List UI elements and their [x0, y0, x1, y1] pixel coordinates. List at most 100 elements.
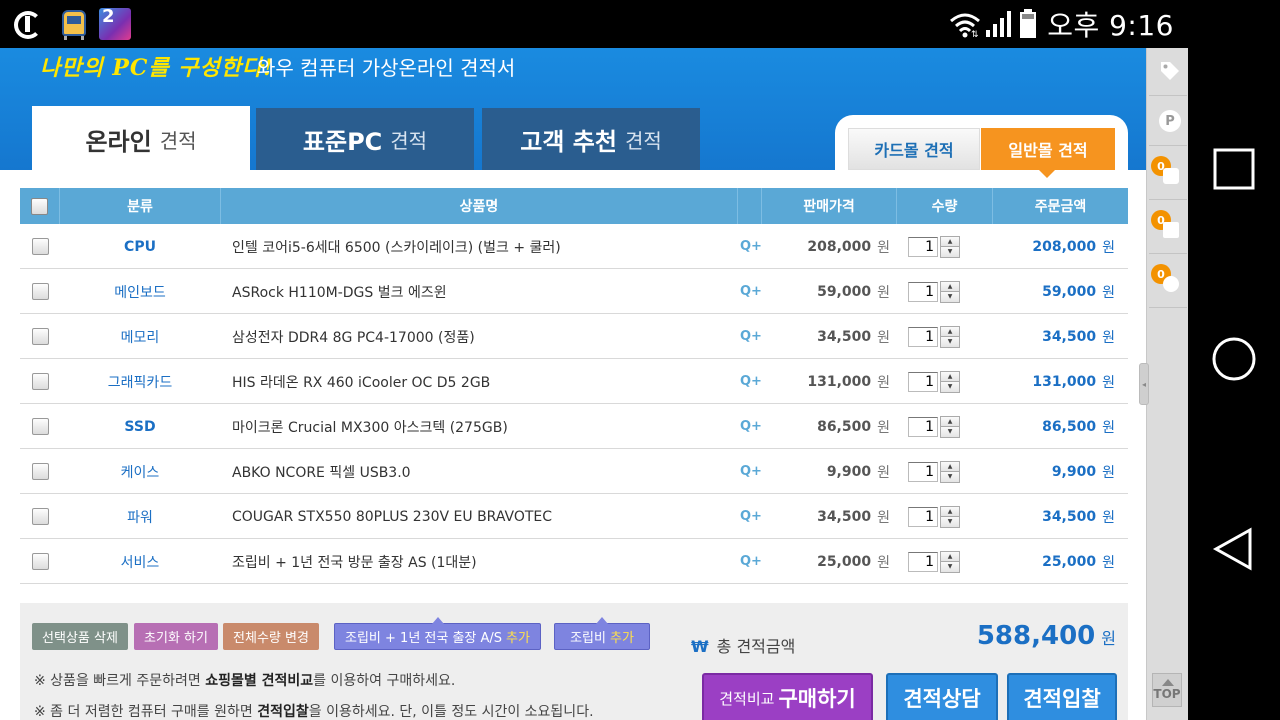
back-button[interactable] [1210, 525, 1258, 573]
qty-input[interactable]: 1 [908, 236, 938, 257]
table-header: 분류 상품명 판매가격 수량 주문금액 [20, 188, 1128, 224]
qty-up-icon[interactable]: ▲ [941, 281, 959, 291]
row-total: 86,500 원 [980, 404, 1115, 449]
zoom-icon[interactable]: Q+ [740, 314, 762, 359]
status-bar: 2 ⇅ 오후 9:16 [0, 0, 1188, 48]
qty-down-icon[interactable]: ▼ [941, 336, 959, 347]
row-qty: 1 ▲ ▼ [908, 269, 964, 314]
delete-selected-button[interactable]: 선택상품 삭제 [32, 623, 128, 650]
select-all-checkbox[interactable] [31, 197, 48, 215]
qty-stepper[interactable]: ▲ ▼ [940, 505, 960, 528]
estimate-bid-button[interactable]: 견적입찰 [1007, 673, 1117, 720]
home-button[interactable] [1210, 335, 1258, 383]
row-checkbox[interactable] [32, 508, 49, 525]
sidebar-cart[interactable]: 0 [1149, 152, 1187, 200]
qty-stepper[interactable]: ▲ ▼ [940, 460, 960, 483]
qty-down-icon[interactable]: ▼ [941, 426, 959, 437]
qty-input[interactable]: 1 [908, 416, 938, 437]
sidebar-tag[interactable] [1149, 48, 1187, 96]
row-product-name[interactable]: ABKO NCORE 픽셀 USB3.0 [232, 449, 732, 494]
qty-up-icon[interactable]: ▲ [941, 371, 959, 381]
qty-down-icon[interactable]: ▼ [941, 561, 959, 572]
row-checkbox[interactable] [32, 238, 49, 255]
qty-input[interactable]: 1 [908, 326, 938, 347]
row-category[interactable]: 메모리 [60, 314, 220, 359]
zoom-icon[interactable]: Q+ [740, 404, 762, 449]
tab-general-mall[interactable]: 일반몰 견적 [981, 128, 1115, 178]
qty-stepper[interactable]: ▲ ▼ [940, 415, 960, 438]
compare-buy-button[interactable]: 견적비교 구매하기 [702, 673, 873, 720]
header-product: 상품명 [221, 188, 738, 224]
row-checkbox[interactable] [32, 283, 49, 300]
row-checkbox[interactable] [32, 418, 49, 435]
sidebar-recent[interactable]: 0 [1149, 260, 1187, 308]
zoom-icon[interactable]: Q+ [740, 269, 762, 314]
row-category[interactable]: 메인보드 [60, 269, 220, 314]
qty-stepper[interactable]: ▲ ▼ [940, 550, 960, 573]
total-estimate-amount: 588,400 원 [950, 621, 1116, 651]
zoom-icon[interactable]: Q+ [740, 224, 762, 269]
zoom-icon[interactable]: Q+ [740, 449, 762, 494]
row-product-name[interactable]: 인텔 코어i5-6세대 6500 (스카이레이크) (벌크 + 쿨러) [232, 224, 732, 269]
row-category[interactable]: 파워 [60, 494, 220, 539]
qty-up-icon[interactable]: ▲ [941, 236, 959, 246]
qty-input[interactable]: 1 [908, 461, 938, 482]
zoom-icon[interactable]: Q+ [740, 359, 762, 404]
qty-up-icon[interactable]: ▲ [941, 416, 959, 426]
row-product-name[interactable]: 마이크론 Crucial MX300 아스크텍 (275GB) [232, 404, 732, 449]
estimate-consult-button[interactable]: 견적상담 [886, 673, 998, 720]
tab-customer-recommend-estimate[interactable]: 고객 추천 견적 [482, 108, 700, 170]
sidebar-point[interactable]: P [1149, 98, 1187, 146]
qty-input[interactable]: 1 [908, 371, 938, 392]
row-category[interactable]: 케이스 [60, 449, 220, 494]
qty-stepper[interactable]: ▲ ▼ [940, 370, 960, 393]
row-product-name[interactable]: COUGAR STX550 80PLUS 230V EU BRAVOTEC [232, 494, 732, 539]
row-checkbox[interactable] [32, 373, 49, 390]
qty-down-icon[interactable]: ▼ [941, 516, 959, 527]
tab-card-mall[interactable]: 카드몰 견적 [848, 128, 980, 170]
tab-standard-pc-estimate[interactable]: 표준PC 견적 [256, 108, 474, 170]
row-checkbox[interactable] [32, 328, 49, 345]
train-app-icon [58, 8, 92, 42]
zoom-icon[interactable]: Q+ [740, 494, 762, 539]
qty-down-icon[interactable]: ▼ [941, 246, 959, 257]
row-category[interactable]: 서비스 [60, 539, 220, 584]
qty-input[interactable]: 1 [908, 281, 938, 302]
add-assembly-as-button[interactable]: 조립비 + 1년 전국 출장 A/S 추가 [334, 617, 541, 650]
row-product-name[interactable]: 조립비 + 1년 전국 방문 출장 AS (1대분) [232, 539, 732, 584]
qty-input[interactable]: 1 [908, 506, 938, 527]
qty-up-icon[interactable]: ▲ [941, 551, 959, 561]
qty-up-icon[interactable]: ▲ [941, 461, 959, 471]
row-total-currency: 원 [1102, 419, 1115, 436]
row-price-value: 59,000 [817, 283, 872, 300]
recent-apps-button[interactable] [1210, 145, 1258, 193]
wifi-icon: ⇅ [949, 12, 981, 38]
change-all-qty-button[interactable]: 전체수량 변경 [223, 623, 319, 650]
qty-stepper[interactable]: ▲ ▼ [940, 235, 960, 258]
qty-input[interactable]: 1 [908, 551, 938, 572]
row-checkbox[interactable] [32, 463, 49, 480]
add-assembly-button[interactable]: 조립비 추가 [554, 617, 650, 650]
row-category[interactable]: SSD [60, 404, 220, 449]
sidebar-list[interactable]: 0 [1149, 206, 1187, 254]
row-product-name[interactable]: 삼성전자 DDR4 8G PC4-17000 (정품) [232, 314, 732, 359]
row-qty: 1 ▲ ▼ [908, 314, 964, 359]
row-product-name[interactable]: ASRock H110M-DGS 벌크 에즈윈 [232, 269, 732, 314]
scroll-top-button[interactable]: TOP [1152, 673, 1182, 707]
row-category[interactable]: CPU [60, 224, 220, 269]
tab-online-estimate[interactable]: 온라인 견적 [32, 106, 250, 172]
reset-button[interactable]: 초기화 하기 [134, 623, 218, 650]
qty-down-icon[interactable]: ▼ [941, 291, 959, 302]
qty-stepper[interactable]: ▲ ▼ [940, 280, 960, 303]
row-checkbox[interactable] [32, 553, 49, 570]
qty-stepper[interactable]: ▲ ▼ [940, 325, 960, 348]
qty-up-icon[interactable]: ▲ [941, 326, 959, 336]
qty-up-icon[interactable]: ▲ [941, 506, 959, 516]
row-category[interactable]: 그래픽카드 [60, 359, 220, 404]
qty-down-icon[interactable]: ▼ [941, 381, 959, 392]
row-product-name[interactable]: HIS 라데온 RX 460 iCooler OC D5 2GB [232, 359, 732, 404]
qty-down-icon[interactable]: ▼ [941, 471, 959, 482]
cart-icon [1163, 168, 1179, 184]
zoom-icon[interactable]: Q+ [740, 539, 762, 584]
sidebar-collapse-handle[interactable]: ◂ [1139, 363, 1149, 405]
